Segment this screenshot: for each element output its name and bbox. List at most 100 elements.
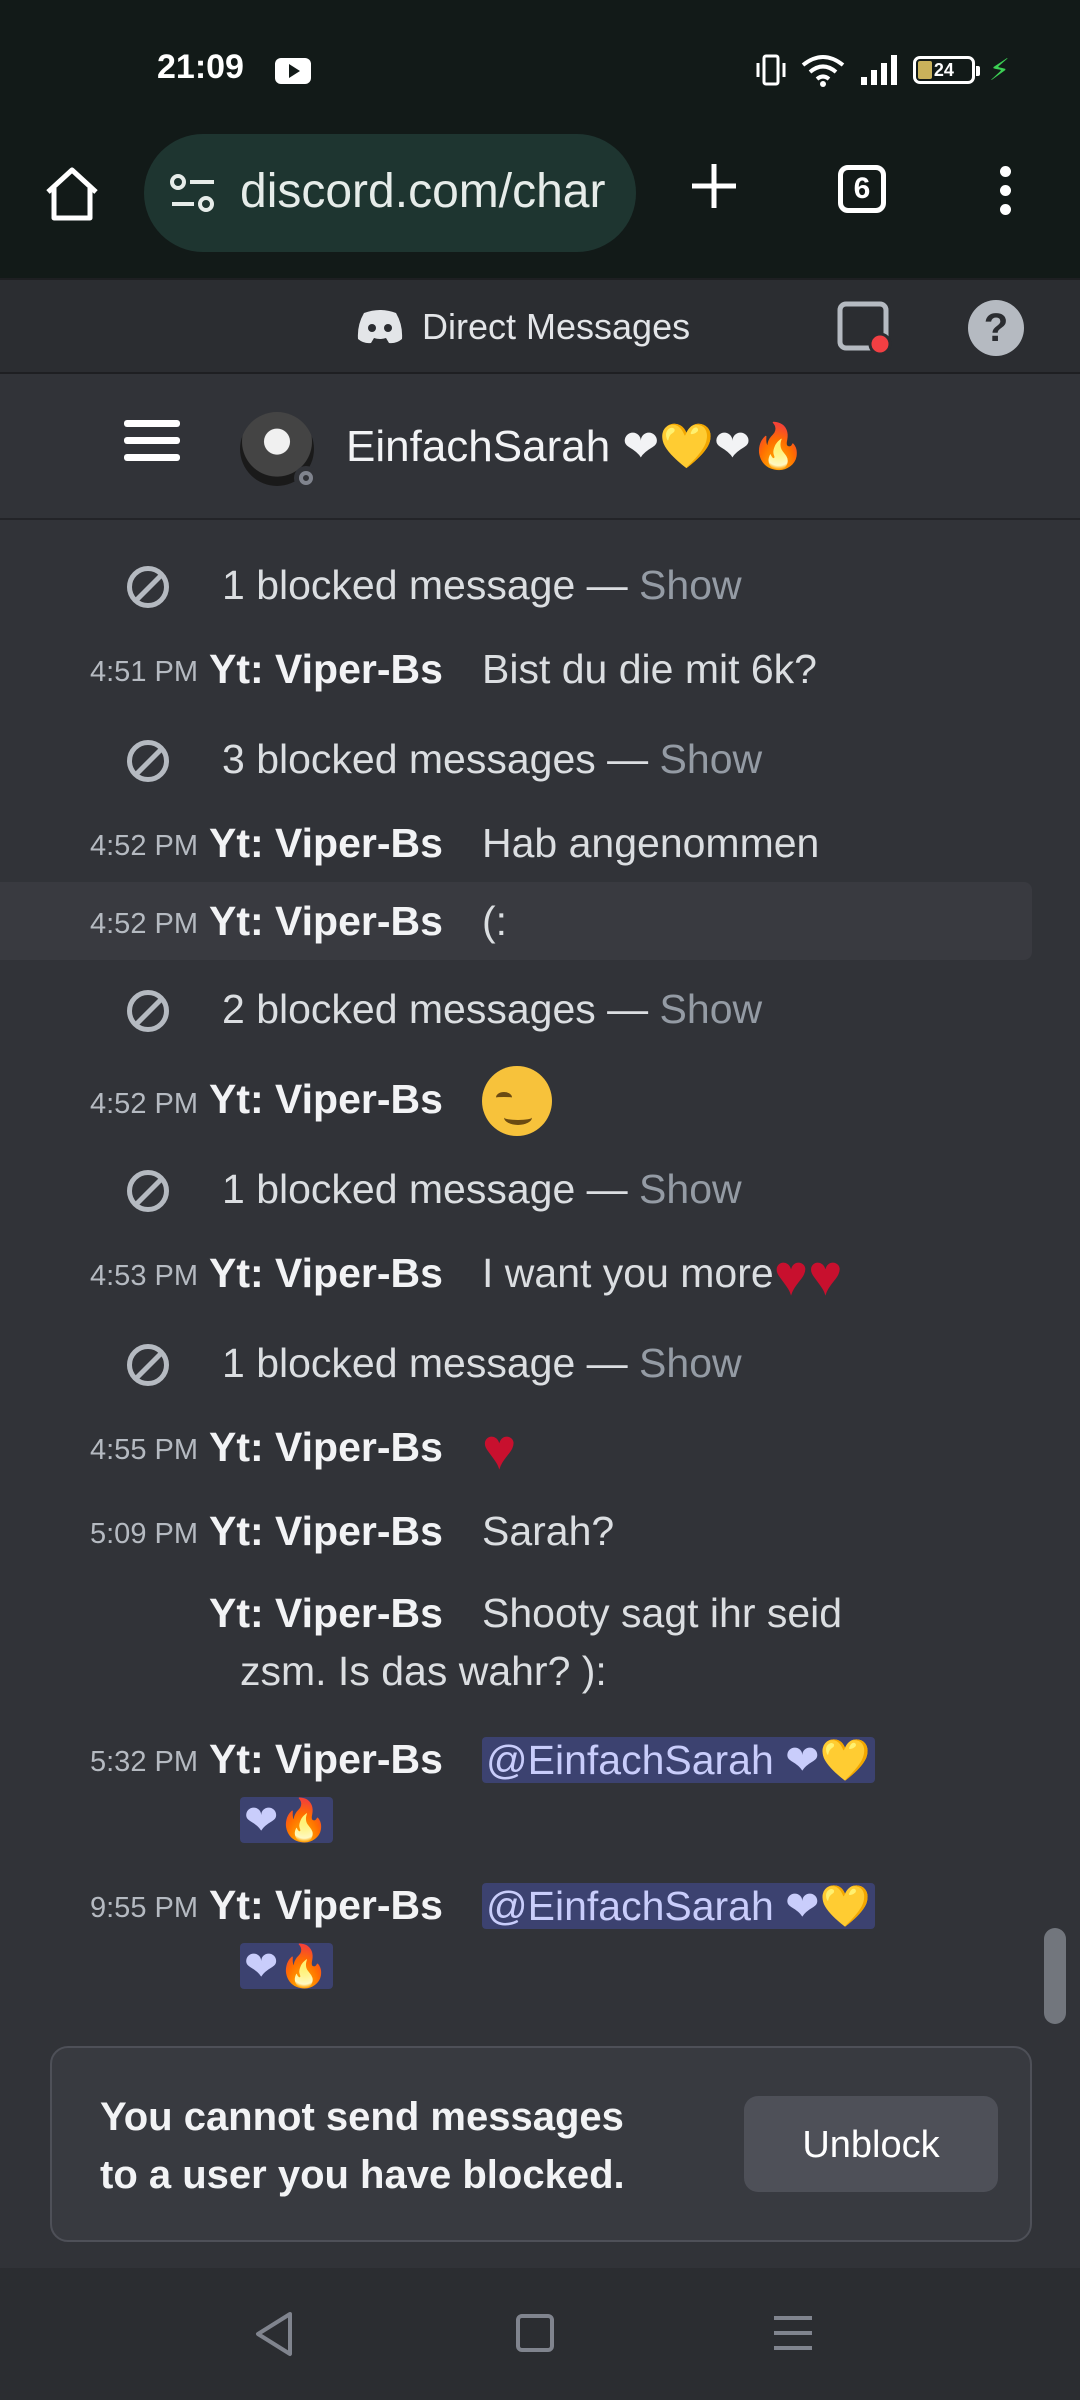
message-author[interactable]: Yt: Viper-Bs [209, 820, 443, 867]
blocked-messages-notice: 1 blocked message — Show [222, 562, 742, 608]
clock: 21:09 [157, 48, 244, 86]
status-bar: 21:09 24 ⚡ [0, 0, 1080, 130]
message-author[interactable]: Yt: Viper-Bs [209, 1736, 443, 1783]
header-title: Direct Messages [422, 306, 691, 347]
recents-icon[interactable] [774, 2316, 812, 2352]
message-author[interactable]: Yt: Viper-Bs [209, 646, 443, 693]
blocked-messages-row: 1 blocked message — Show [0, 1336, 1080, 1396]
show-blocked-link[interactable]: Show [639, 1166, 742, 1212]
back-icon[interactable] [252, 2310, 296, 2358]
blocked-messages-row: 1 blocked message — Show [0, 1162, 1080, 1222]
message-content: (: [482, 898, 508, 944]
channel-name: EinfachSarah ❤💛❤🔥 [346, 422, 806, 471]
home-nav-icon[interactable] [516, 2314, 554, 2352]
blocked-user-notice: You cannot send messages to a user you h… [50, 2046, 1032, 2242]
new-tab-icon[interactable] [688, 160, 740, 212]
browser-toolbar: discord.com/char 6 [0, 130, 1080, 278]
status-icons: 24 ⚡ [755, 50, 1010, 90]
message-row[interactable]: 4:55 PM Yt: Viper-Bs ♥ [0, 1416, 1080, 1482]
scrollbar-thumb[interactable] [1044, 1928, 1066, 2024]
offline-status-icon [294, 466, 318, 490]
message-content [482, 1066, 552, 1136]
blocked-messages-row: 3 blocked messages — Show [0, 732, 1080, 792]
show-blocked-link[interactable]: Show [660, 736, 763, 782]
blocked-icon [127, 566, 169, 608]
message-timestamp: 4:55 PM [90, 1434, 198, 1466]
message-timestamp: 5:09 PM [90, 1518, 198, 1550]
overflow-menu-icon[interactable] [998, 166, 1012, 216]
help-icon[interactable]: ? [968, 300, 1024, 356]
user-mention[interactable]: @EinfachSarah ❤💛 [482, 1736, 875, 1785]
blocked-messages-row: 1 blocked message — Show [0, 558, 1080, 618]
channel-header: EinfachSarah ❤💛❤🔥 [0, 374, 1080, 520]
show-blocked-link[interactable]: Show [639, 562, 742, 608]
blocked-icon [127, 990, 169, 1032]
url-text: discord.com/char [240, 165, 606, 218]
message-content: Shooty sagt ihr seid [482, 1590, 843, 1636]
blocked-notice-text: You cannot send messages to a user you h… [100, 2095, 625, 2197]
message-row[interactable]: 4:53 PM Yt: Viper-Bs I want you more♥♥ [0, 1242, 1080, 1308]
message-row[interactable]: 4:51 PM Yt: Viper-Bs Bist du die mit 6k? [0, 640, 1080, 700]
message-author[interactable]: Yt: Viper-Bs [209, 1590, 443, 1637]
vibrate-icon [756, 54, 786, 86]
message-author[interactable]: Yt: Viper-Bs [209, 1882, 443, 1929]
message-row[interactable]: 9:55 PM Yt: Viper-Bs @EinfachSarah ❤💛 ❤🔥 [0, 1874, 1080, 2004]
user-mention-continued[interactable]: ❤🔥 [240, 1942, 334, 1991]
battery-level: 24 [933, 60, 954, 80]
youtube-notification-icon [275, 58, 311, 84]
blocked-messages-notice: 3 blocked messages — Show [222, 736, 763, 782]
blocked-messages-row: 2 blocked messages — Show [0, 982, 1080, 1042]
red-heart-emoji: ♥ [482, 1417, 517, 1483]
battery-icon: 24 [912, 56, 980, 84]
user-mention-continued[interactable]: ❤🔥 [240, 1796, 334, 1845]
message-author[interactable]: Yt: Viper-Bs [209, 898, 443, 945]
message-author[interactable]: Yt: Viper-Bs [209, 1508, 443, 1555]
message-author[interactable]: Yt: Viper-Bs [209, 1076, 443, 1123]
signal-icon [860, 55, 897, 85]
message-timestamp: 5:32 PM [90, 1746, 198, 1778]
hamburger-menu-icon[interactable] [124, 420, 180, 468]
smirking-face-emoji [482, 1066, 552, 1136]
message-row[interactable]: 4:52 PM Yt: Viper-Bs Hab angenommen [0, 814, 1080, 874]
message-content: Bist du die mit 6k? [482, 646, 817, 692]
show-blocked-link[interactable]: Show [639, 1340, 742, 1386]
message-timestamp: 9:55 PM [90, 1892, 198, 1924]
message-author[interactable]: Yt: Viper-Bs [209, 1250, 443, 1297]
message-row[interactable]: Yt: Viper-Bs Shooty sagt ihr seid zsm. I… [0, 1582, 1080, 1702]
system-navigation-bar [0, 2268, 1080, 2400]
tab-switcher-icon[interactable]: 6 [838, 165, 886, 213]
red-heart-emoji: ♥ [808, 1243, 843, 1309]
blocked-icon [127, 1170, 169, 1212]
message-timestamp: 4:53 PM [90, 1260, 198, 1292]
charging-icon: ⚡ [988, 52, 1010, 88]
avatar[interactable] [240, 412, 318, 490]
user-mention[interactable]: @EinfachSarah ❤💛 [482, 1882, 875, 1931]
message-content: Hab angenommen [482, 820, 820, 866]
address-bar[interactable]: discord.com/char [144, 134, 636, 252]
message-row[interactable]: 4:52 PM Yt: Viper-Bs [0, 1062, 1080, 1146]
message-content: Sarah? [482, 1508, 615, 1554]
message-list[interactable]: 1 blocked message — Show 4:51 PM Yt: Vip… [0, 522, 1080, 2042]
message-author[interactable]: Yt: Viper-Bs [209, 1424, 443, 1471]
show-blocked-link[interactable]: Show [660, 986, 763, 1032]
message-content: ♥ [482, 1421, 516, 1479]
blocked-messages-notice: 1 blocked message — Show [222, 1340, 742, 1386]
discord-top-bar: Direct Messages ? [0, 278, 1080, 374]
message-row[interactable]: 5:09 PM Yt: Viper-Bs Sarah? [0, 1502, 1080, 1562]
inbox-icon[interactable] [836, 298, 894, 356]
message-row-hovered[interactable]: 4:52 PM Yt: Viper-Bs (: [0, 882, 1032, 960]
direct-messages-title: Direct Messages [356, 306, 690, 348]
unblock-button[interactable]: Unblock [744, 2096, 998, 2192]
message-content: I want you more♥♥ [482, 1243, 843, 1309]
blocked-icon [127, 1344, 169, 1386]
blocked-messages-notice: 1 blocked message — Show [222, 1166, 742, 1212]
home-icon[interactable] [40, 162, 104, 226]
message-timestamp: 4:52 PM [90, 1088, 198, 1120]
site-settings-icon[interactable] [168, 172, 218, 214]
red-heart-emoji: ♥ [773, 1243, 809, 1309]
discord-logo-icon [357, 310, 403, 344]
message-timestamp: 4:52 PM [90, 830, 198, 862]
blocked-icon [127, 740, 169, 782]
message-row[interactable]: 5:32 PM Yt: Viper-Bs @EinfachSarah ❤💛 ❤🔥 [0, 1726, 1080, 1856]
message-timestamp: 4:51 PM [90, 656, 198, 688]
